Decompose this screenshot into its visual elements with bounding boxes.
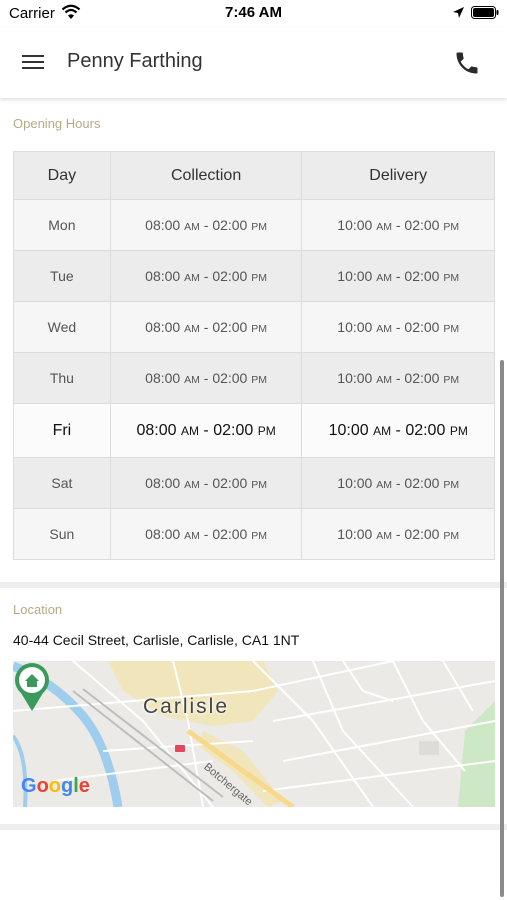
table-row: Sun 08:00 AM - 02:00 PM 10:00 AM - 02:00 P… [13, 508, 495, 560]
delivery-cell: 10:00 AM - 02:00 PM [301, 457, 495, 509]
collection-cell: 08:00 AM - 02:00 PM [109, 199, 303, 251]
day-cell: Sun [13, 508, 111, 560]
delivery-cell: 10:00 AM - 02:00 PM [301, 352, 495, 404]
table-row: Thu 08:00 AM - 02:00 PM 10:00 AM - 02:00 P… [13, 352, 495, 404]
day-cell: Fri [13, 403, 111, 458]
phone-icon[interactable] [453, 49, 481, 77]
section-divider [0, 582, 507, 588]
collection-cell: 08:00 AM - 02:00 PM [109, 457, 303, 509]
location-map[interactable]: Carlisle Botchergate Google [13, 661, 495, 807]
table-row: Mon 08:00 AM - 02:00 PM 10:00 AM - 02:00 P… [13, 199, 495, 251]
delivery-cell: 10:00 AM - 02:00 PM [301, 301, 495, 353]
hamburger-menu-icon[interactable] [20, 49, 48, 75]
day-cell: Mon [13, 199, 111, 251]
address-text: 40-44 Cecil Street, Carlisle, Carlisle, … [13, 632, 300, 648]
collection-cell: 08:00 AM - 02:00 PM [109, 250, 303, 302]
location-label: Location [13, 602, 63, 617]
delivery-cell: 10:00 AM - 02:00 PM [301, 250, 495, 302]
map-city-label: Carlisle [143, 695, 230, 718]
page-title: Penny Farthing [67, 50, 203, 72]
header-collection: Collection [109, 151, 303, 200]
day-cell: Sat [13, 457, 111, 509]
table-header-row: Day Collection Delivery [13, 151, 495, 200]
table-row: Sat 08:00 AM - 02:00 PM 10:00 AM - 02:00 P… [13, 457, 495, 509]
scrollbar[interactable] [500, 360, 504, 897]
day-cell: Wed [13, 301, 111, 353]
collection-cell: 08:00 AM - 02:00 PM [109, 403, 303, 458]
delivery-cell: 10:00 AM - 02:00 PM [301, 403, 495, 458]
table-row: Tue 08:00 AM - 02:00 PM 10:00 AM - 02:00 P… [13, 250, 495, 302]
delivery-cell: 10:00 AM - 02:00 PM [301, 199, 495, 251]
header-day: Day [13, 151, 111, 200]
battery-icon [471, 6, 499, 19]
opening-hours-label: Opening Hours [13, 116, 101, 131]
delivery-cell: 10:00 AM - 02:00 PM [301, 508, 495, 560]
status-bar: Carrier 7:46 AM [0, 0, 507, 28]
google-logo: Google [21, 775, 90, 797]
day-cell: Thu [13, 352, 111, 404]
section-divider [0, 824, 507, 830]
collection-cell: 08:00 AM - 02:00 PM [109, 301, 303, 353]
collection-cell: 08:00 AM - 02:00 PM [109, 352, 303, 404]
collection-cell: 08:00 AM - 02:00 PM [109, 508, 303, 560]
location-arrow-icon [453, 7, 464, 18]
home-map-pin-icon[interactable] [13, 661, 51, 713]
nav-bar: Penny Farthing [0, 28, 507, 98]
header-delivery: Delivery [301, 151, 495, 200]
clock: 7:46 AM [225, 4, 282, 21]
table-row: Wed 08:00 AM - 02:00 PM 10:00 AM - 02:00 P… [13, 301, 495, 353]
opening-hours-table: Day Collection Delivery Mon 08:00 AM - 02… [13, 151, 495, 560]
table-row: Fri 08:00 AM - 02:00 PM 10:00 AM - 02:00 P… [13, 403, 495, 458]
day-cell: Tue [13, 250, 111, 302]
